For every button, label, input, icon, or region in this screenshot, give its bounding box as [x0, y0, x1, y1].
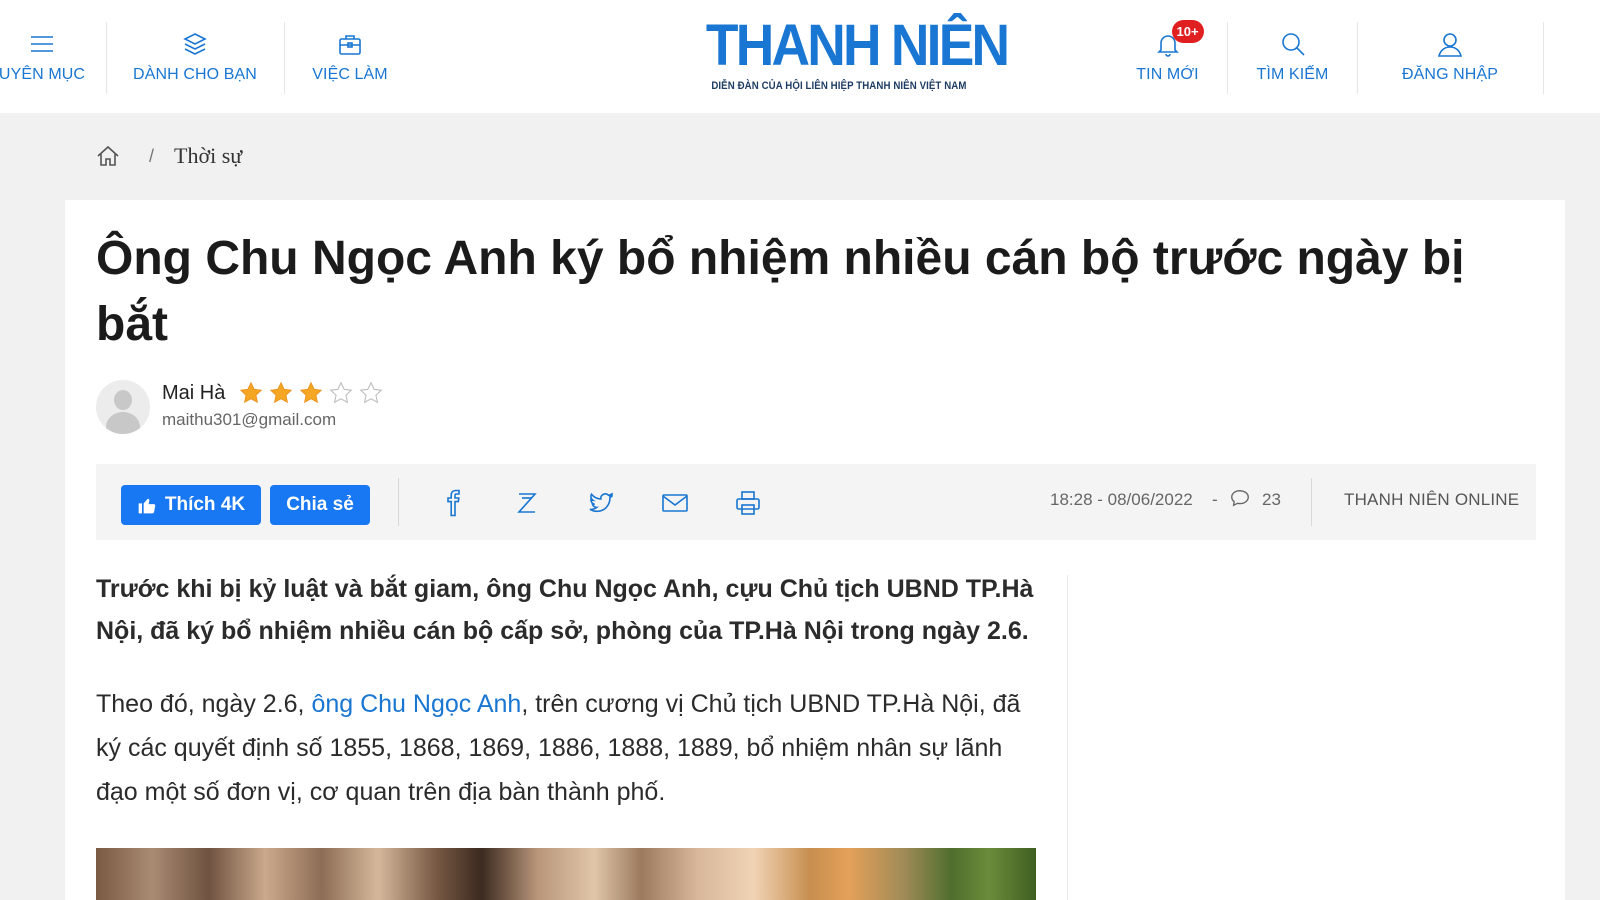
twitter-share[interactable] [584, 486, 618, 520]
email-share[interactable] [658, 486, 692, 520]
share-button[interactable]: Chia sẻ [270, 485, 370, 525]
publish-datetime: 18:28 - 08/06/2022 [1050, 490, 1193, 509]
nav-search[interactable]: TÌM KIẾM [1240, 0, 1345, 96]
user-icon [1437, 33, 1463, 57]
nav-categories-label: UYÊN MỤC [0, 66, 86, 83]
article-sapo: Trước khi bị kỷ luật và bắt giam, ông Ch… [96, 575, 1034, 645]
toolbar-divider [398, 478, 399, 526]
site-logo[interactable]: THANH NIÊN DIỄN ĐÀN CỦA HỘI LIÊN HIỆP TH… [695, 13, 1010, 100]
site-header: UYÊN MỤC DÀNH CHO BẠN VIỆC LÀM THANH NIÊ… [0, 0, 1600, 113]
nav-jobs[interactable]: VIỆC LÀM [300, 0, 400, 96]
nav-jobs-label: VIỆC LÀM [312, 66, 388, 83]
nav-latest-news[interactable]: 10+ TIN MỚI [1120, 0, 1215, 96]
avatar [96, 380, 150, 434]
nav-categories[interactable]: UYÊN MỤC [0, 0, 94, 96]
nav-for-you-label: DÀNH CHO BẠN [133, 66, 257, 83]
nav-for-you[interactable]: DÀNH CHO BẠN [120, 0, 270, 96]
zalo-icon [517, 493, 537, 513]
article-title: Ông Chu Ngọc Anh ký bổ nhiệm nhiều cán b… [96, 232, 1465, 351]
facebook-share[interactable] [437, 486, 471, 520]
logo-tagline: DIỄN ĐÀN CỦA HỘI LIÊN HIỆP THANH NIÊN VI… [711, 80, 967, 92]
menu-icon [31, 36, 53, 52]
nav-divider [1227, 22, 1228, 94]
facebook-icon [447, 489, 460, 517]
column-divider [1067, 575, 1068, 900]
author-name[interactable]: Mai Hà [162, 382, 225, 405]
nav-latest-news-label: TIN MỚI [1136, 66, 1199, 83]
mail-icon [662, 494, 688, 512]
briefcase-icon [339, 35, 361, 55]
share-label: Chia sẻ [286, 494, 354, 515]
nav-search-label: TÌM KIẾM [1256, 66, 1329, 83]
comment-icon [1231, 489, 1249, 507]
star-filled-icon [269, 381, 293, 404]
person-link[interactable]: ông Chu Ngọc Anh [311, 690, 521, 718]
star-empty-icon [359, 381, 383, 404]
meta-separator: - [1212, 490, 1218, 509]
breadcrumb-category[interactable]: Thời sự [174, 143, 242, 169]
like-button[interactable]: Thích 4K [121, 485, 261, 525]
star-filled-icon [299, 381, 323, 404]
author-rating [238, 380, 384, 406]
star-empty-icon [329, 381, 353, 404]
nav-divider [284, 22, 285, 94]
paragraph-text-start: Theo đó, ngày 2.6, [96, 690, 312, 718]
layers-icon [183, 33, 207, 55]
breadcrumb-separator: / [149, 145, 155, 166]
article-source: THANH NIÊN ONLINE [1344, 490, 1520, 509]
nav-divider [106, 22, 107, 94]
logo-wordmark: THANH NIÊN [705, 13, 1010, 78]
article-photo[interactable] [96, 848, 1036, 900]
search-icon [1281, 33, 1305, 56]
article-toolbar: Thích 4K Chia sẻ 18:28 - 08/06/2022 - 23… [96, 464, 1536, 540]
breadcrumb: / Thời sự [95, 140, 242, 172]
star-filled-icon [239, 381, 263, 404]
nav-divider [1543, 22, 1544, 94]
comment-count[interactable]: 23 [1262, 490, 1281, 510]
thumbs-up-icon [138, 498, 156, 514]
nav-divider [1357, 22, 1358, 94]
like-label: Thích 4K [164, 494, 246, 515]
toolbar-divider [1311, 478, 1312, 526]
nav-login[interactable]: ĐĂNG NHẬP [1390, 0, 1510, 96]
author-email: maithu301@gmail.com [162, 410, 337, 429]
twitter-icon [589, 492, 613, 513]
print-icon [736, 491, 760, 515]
article-paragraph: Theo đó, ngày 2.6, ông Chu Ngọc Anh, trê… [96, 682, 1036, 814]
home-icon[interactable] [95, 143, 121, 169]
notification-badge: 10+ [1171, 20, 1204, 43]
comment-link[interactable] [1229, 487, 1253, 511]
print-button[interactable] [731, 486, 765, 520]
zalo-share[interactable] [510, 486, 544, 520]
nav-login-label: ĐĂNG NHẬP [1401, 66, 1499, 83]
